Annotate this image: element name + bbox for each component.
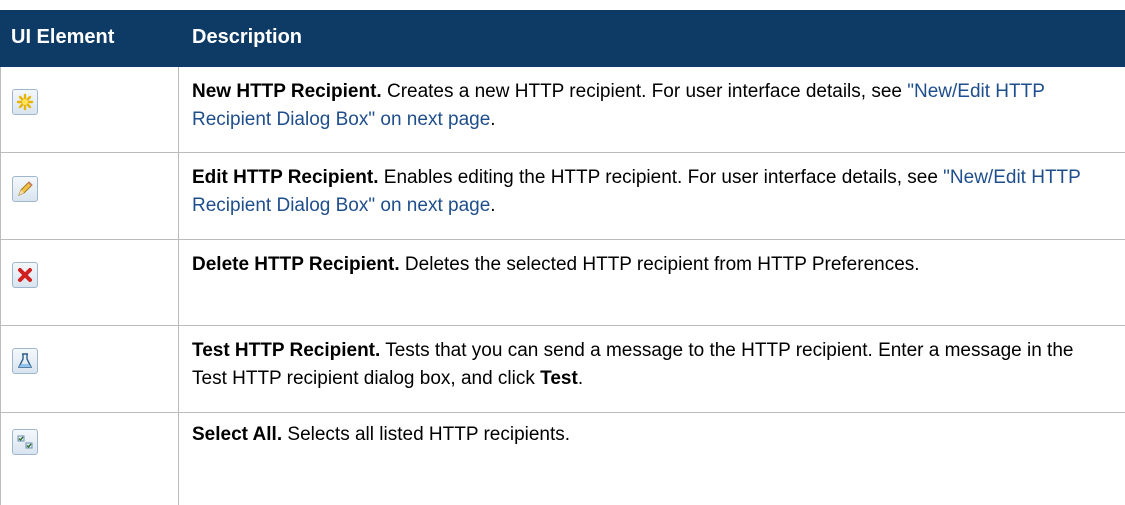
row-text: Selects all listed HTTP recipients.	[282, 424, 571, 445]
table-row: Edit HTTP Recipient. Enables editing the…	[0, 153, 1125, 240]
test-label: Test	[540, 368, 578, 389]
test-flask-icon	[12, 348, 38, 374]
select-all-icon	[12, 429, 38, 455]
row-description: Test HTTP Recipient. Tests that you can …	[192, 337, 1107, 393]
new-star-icon	[12, 89, 38, 115]
table-row: Select All. Selects all listed HTTP reci…	[0, 413, 1125, 505]
delete-x-icon	[12, 262, 38, 288]
row-tail: .	[490, 195, 496, 216]
table-row: New HTTP Recipient. Creates a new HTTP r…	[0, 67, 1125, 153]
edit-pencil-icon	[12, 176, 38, 202]
table-header: UI Element Description	[0, 10, 1125, 67]
header-description: Description	[192, 26, 303, 48]
row-title: Select All.	[192, 424, 283, 445]
row-title: New HTTP Recipient.	[192, 81, 382, 102]
row-description: New HTTP Recipient. Creates a new HTTP r…	[192, 78, 1107, 134]
row-title: Delete HTTP Recipient.	[192, 254, 400, 275]
row-description: Edit HTTP Recipient. Enables editing the…	[192, 164, 1107, 220]
row-text: Enables editing the HTTP recipient. For …	[378, 167, 944, 188]
table-row: Test HTTP Recipient. Tests that you can …	[0, 326, 1125, 413]
table-row: Delete HTTP Recipient. Deletes the selec…	[0, 240, 1125, 326]
row-tail: .	[577, 368, 584, 389]
row-description: Delete HTTP Recipient. Deletes the selec…	[192, 251, 1107, 279]
row-description: Select All. Selects all listed HTTP reci…	[192, 421, 1107, 449]
row-title: Edit HTTP Recipient.	[192, 167, 379, 188]
row-text: Deletes the selected HTTP recipient from…	[399, 254, 920, 275]
row-text: Creates a new HTTP recipient. For user i…	[381, 81, 908, 102]
row-tail: .	[490, 109, 496, 130]
row-title: Test HTTP Recipient.	[192, 340, 381, 361]
header-ui-element: UI Element	[11, 26, 115, 48]
